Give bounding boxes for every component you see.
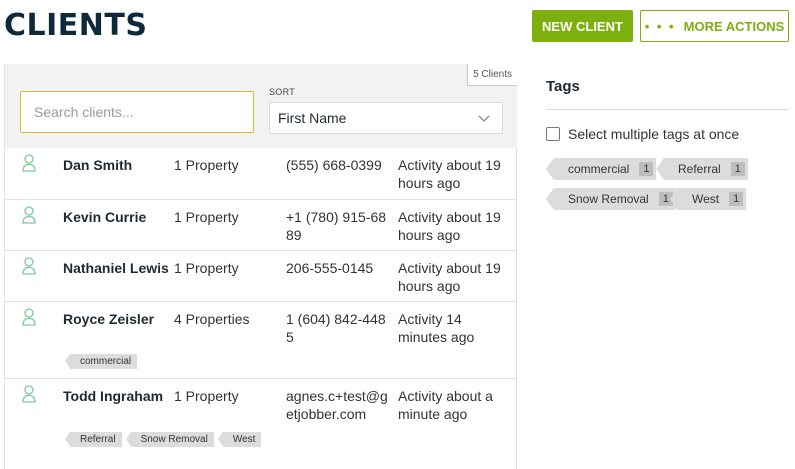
chevron-down-icon bbox=[478, 115, 490, 122]
sort-select[interactable]: First Name bbox=[269, 102, 503, 134]
more-actions-button[interactable]: • • • MORE ACTIONS bbox=[640, 10, 789, 42]
tags-heading: Tags bbox=[546, 78, 580, 95]
tag-filter-referral[interactable]: Referral 1 bbox=[656, 158, 748, 180]
client-row[interactable]: Royce Zeisler 4 Properties 1 (604) 842-4… bbox=[5, 302, 517, 379]
person-icon bbox=[22, 308, 36, 326]
tag-count: 1 bbox=[639, 162, 654, 176]
divider bbox=[546, 109, 789, 110]
client-row[interactable]: Dan Smith 1 Property (555) 668-0399 Acti… bbox=[5, 148, 517, 200]
tag-label: Referral bbox=[678, 162, 721, 176]
client-contact: +1 (780) 915-6889 bbox=[286, 209, 387, 243]
person-icon bbox=[22, 154, 36, 172]
new-client-label: NEW CLIENT bbox=[542, 18, 623, 34]
person-icon bbox=[22, 206, 36, 224]
more-dots-icon: • • • bbox=[644, 18, 676, 34]
tag-label: West bbox=[692, 192, 720, 206]
client-contact: agnes.c+test@getjobber.com bbox=[286, 388, 388, 422]
client-contact: 1 (604) 842-4485 bbox=[286, 311, 386, 345]
tag-filter-snow-removal[interactable]: Snow Removal 1 bbox=[546, 188, 676, 210]
tag-count: 1 bbox=[730, 162, 745, 176]
multi-select-label: Select multiple tags at once bbox=[568, 126, 740, 142]
client-tag: Snow Removal bbox=[125, 432, 214, 447]
client-properties: 1 Property bbox=[174, 260, 239, 276]
sort-label: SORT bbox=[269, 87, 296, 97]
tag-label: Snow Removal bbox=[568, 192, 649, 206]
client-row[interactable]: Todd Ingraham 1 Property agnes.c+test@ge… bbox=[5, 379, 517, 469]
tag-filter-commercial[interactable]: commercial 1 bbox=[545, 158, 657, 180]
client-properties: 1 Property bbox=[174, 157, 239, 173]
client-activity: Activity about 19 hours ago bbox=[398, 260, 501, 294]
search-input[interactable] bbox=[20, 91, 254, 133]
client-row[interactable]: Nathaniel Lewis 1 Property 206-555-0145 … bbox=[5, 251, 517, 302]
client-name[interactable]: Royce Zeisler bbox=[63, 310, 173, 328]
client-count-badge: 5 Clients bbox=[467, 64, 517, 86]
tag-filter-west[interactable]: West 1 bbox=[669, 188, 747, 210]
client-name[interactable]: Nathaniel Lewis bbox=[63, 259, 173, 277]
sort-value: First Name bbox=[278, 110, 347, 126]
client-name[interactable]: Todd Ingraham bbox=[63, 387, 173, 405]
client-name[interactable]: Dan Smith bbox=[63, 156, 173, 174]
client-properties: 1 Property bbox=[174, 388, 239, 404]
person-icon bbox=[22, 385, 36, 403]
multi-select-toggle[interactable]: Select multiple tags at once bbox=[546, 126, 739, 142]
more-actions-label: MORE ACTIONS bbox=[683, 18, 785, 34]
client-row[interactable]: Kevin Currie 1 Property +1 (780) 915-688… bbox=[5, 200, 517, 251]
client-tags: commercial bbox=[64, 354, 138, 369]
page-title: CLIENTS bbox=[4, 8, 148, 43]
new-client-button[interactable]: NEW CLIENT bbox=[532, 10, 633, 42]
person-icon bbox=[22, 257, 36, 275]
client-properties: 4 Properties bbox=[174, 311, 250, 327]
client-tag: commercial bbox=[64, 354, 138, 369]
tag-label: commercial bbox=[568, 162, 630, 176]
client-activity: Activity about a minute ago bbox=[398, 388, 493, 422]
multi-select-checkbox[interactable] bbox=[546, 127, 560, 141]
client-tag: Referral bbox=[65, 432, 122, 447]
client-properties: 1 Property bbox=[174, 209, 239, 225]
client-tag: West bbox=[217, 432, 262, 447]
clients-panel: 5 Clients SORT First Name Dan Smith 1 Pr… bbox=[4, 64, 517, 469]
client-name[interactable]: Kevin Currie bbox=[63, 208, 173, 226]
client-activity: Activity about 19 hours ago bbox=[398, 209, 501, 243]
client-activity: Activity 14 minutes ago bbox=[398, 311, 475, 345]
tag-count: 1 bbox=[729, 192, 744, 206]
client-contact: 206-555-0145 bbox=[286, 260, 374, 276]
filter-bar: 5 Clients SORT First Name bbox=[5, 64, 517, 148]
client-contact: (555) 668-0399 bbox=[286, 157, 382, 173]
client-tags: Referral Snow Removal West bbox=[65, 432, 262, 447]
client-activity: Activity about 19 hours ago bbox=[398, 157, 501, 191]
